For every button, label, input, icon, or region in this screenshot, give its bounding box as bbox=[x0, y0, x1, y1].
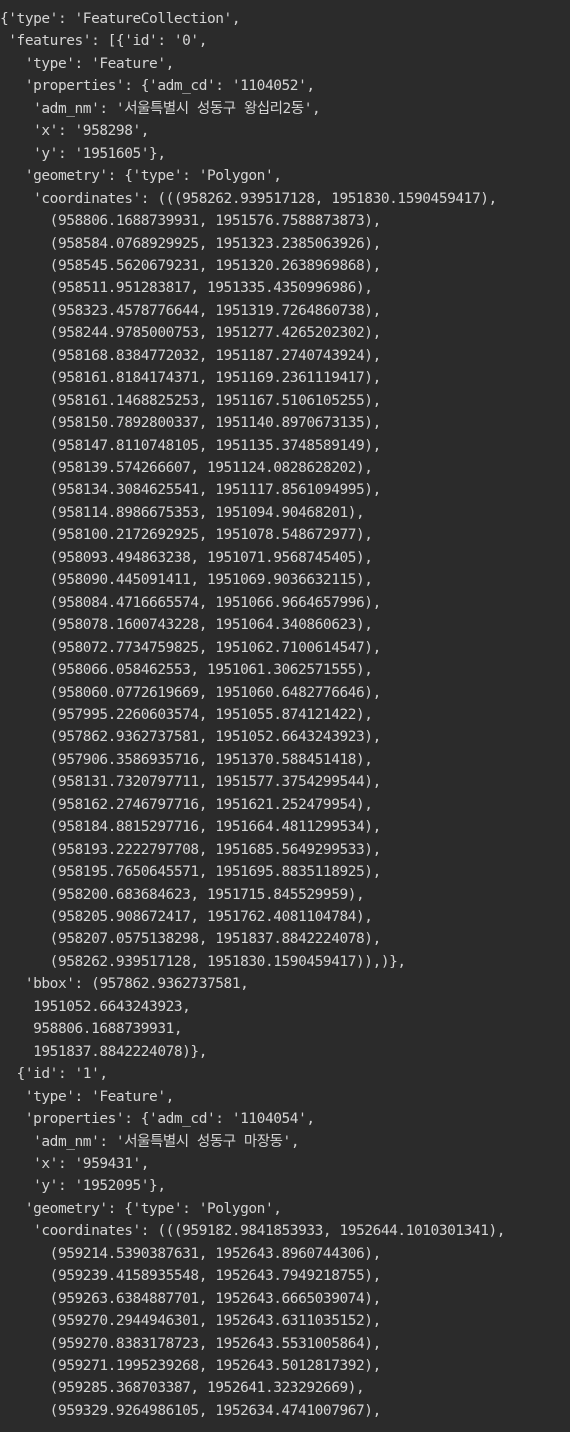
output-line: (958114.8986675353, 1951094.90468201), bbox=[0, 504, 365, 521]
output-line: 1951052.6643243923, bbox=[0, 998, 191, 1015]
output-line: (958147.8110748105, 1951135.3748589149), bbox=[0, 437, 382, 454]
output-line: (958090.445091411, 1951069.9036632115), bbox=[0, 572, 373, 589]
output-line: (959239.4158935548, 1952643.7949218755), bbox=[0, 1268, 382, 1285]
output-line: 'coordinates': (((958262.939517128, 1951… bbox=[0, 190, 497, 207]
output-line: (957995.2260603574, 1951055.874121422), bbox=[0, 706, 373, 723]
output-line: (958193.2222797708, 1951685.5649299533), bbox=[0, 841, 382, 858]
output-line: (958060.0772619669, 1951060.6482776646), bbox=[0, 684, 382, 701]
output-line: 'adm_nm': '서울특별시 성동구 왕십리2동', bbox=[0, 100, 321, 117]
output-line: (958184.8815297716, 1951664.4811299534), bbox=[0, 819, 382, 836]
output-line: (957906.3586935716, 1951370.588451418), bbox=[0, 751, 373, 768]
output-line: (958161.1468825253, 1951167.5106105255), bbox=[0, 392, 382, 409]
output-line: (958323.4578776644, 1951319.7264860738), bbox=[0, 302, 382, 319]
output-line: 'y': '1952095'}, bbox=[0, 1178, 166, 1195]
output-line: 'coordinates': (((959182.9841853933, 195… bbox=[0, 1223, 506, 1240]
output-line: 'properties': {'adm_cd': '1104054', bbox=[0, 1111, 315, 1128]
output-line: (958093.494863238, 1951071.9568745405), bbox=[0, 549, 373, 566]
output-line: (958207.0575138298, 1951837.8842224078), bbox=[0, 931, 382, 948]
output-line: (958161.8184174371, 1951169.2361119417), bbox=[0, 370, 382, 387]
output-line: 'geometry': {'type': 'Polygon', bbox=[0, 1200, 282, 1217]
output-line: (959270.2944946301, 1952643.6311035152), bbox=[0, 1313, 382, 1330]
output-line: (958806.1688739931, 1951576.7588873873), bbox=[0, 213, 382, 230]
output-line: (958072.7734759825, 1951062.7100614547), bbox=[0, 639, 382, 656]
output-line: (958200.683684623, 1951715.845529959), bbox=[0, 886, 365, 903]
output-line: (959263.6384887701, 1952643.6665039074), bbox=[0, 1290, 382, 1307]
output-line: (958168.8384772032, 1951187.2740743924), bbox=[0, 347, 382, 364]
output-line: (958262.939517128, 1951830.1590459417)),… bbox=[0, 953, 406, 970]
output-line: (958139.574266607, 1951124.0828628202), bbox=[0, 460, 373, 476]
output-line: (958244.9785000753, 1951277.4265202302), bbox=[0, 325, 382, 342]
output-line: (958134.3084625541, 1951117.8561094995), bbox=[0, 482, 382, 499]
output-line: (958078.1600743228, 1951064.340860623), bbox=[0, 617, 373, 634]
output-line: (959285.368703387, 1952641.323292669), bbox=[0, 1380, 365, 1397]
output-line: 'type': 'Feature', bbox=[0, 55, 174, 72]
output-line: (959214.5390387631, 1952643.8960744306), bbox=[0, 1245, 382, 1262]
output-line: (958511.951283817, 1951335.4350996986), bbox=[0, 280, 373, 297]
output-line: 1951837.8842224078)}, bbox=[0, 1043, 207, 1060]
output-line: (958584.0768929925, 1951323.2385063926), bbox=[0, 235, 382, 252]
output-line: {'id': '1', bbox=[0, 1066, 109, 1083]
output-line: 'geometry': {'type': 'Polygon', bbox=[0, 168, 282, 185]
output-line: (958205.908672417, 1951762.4081104784), bbox=[0, 909, 373, 925]
output-line: (958100.2172692925, 1951078.548672977), bbox=[0, 527, 373, 544]
output-line: (957862.9362737581, 1951052.6643243923), bbox=[0, 729, 382, 746]
output-line: 'bbox': (957862.9362737581, bbox=[0, 976, 249, 993]
output-line: 'features': [{'id': '0', bbox=[0, 33, 207, 50]
output-line: (958150.7892800337, 1951140.8970673135), bbox=[0, 415, 382, 432]
output-line: 'type': 'Feature', bbox=[0, 1088, 174, 1105]
output-line: (958084.4716665574, 1951066.9664657996), bbox=[0, 594, 382, 611]
output-line: (958131.7320797711, 1951577.3754299544), bbox=[0, 774, 382, 791]
output-line: (959270.8383178723, 1952643.5531005864), bbox=[0, 1335, 382, 1352]
output-line: (958066.058462553, 1951061.3062571555), bbox=[0, 662, 373, 679]
output-line: 'properties': {'adm_cd': '1104052', bbox=[0, 78, 315, 95]
output-line: 'x': '959431', bbox=[0, 1155, 150, 1172]
output-line: 958806.1688739931, bbox=[0, 1021, 183, 1038]
output-line: {'type': 'FeatureCollection', bbox=[0, 11, 241, 27]
output-line: (959329.9264986105, 1952634.4741007967), bbox=[0, 1402, 382, 1419]
output-line: (958195.7650645571, 1951695.8835118925), bbox=[0, 864, 382, 881]
output-line: 'x': '958298', bbox=[0, 123, 150, 140]
output-line: (958545.5620679231, 1951320.2638969868), bbox=[0, 257, 382, 274]
output-line: 'y': '1951605'}, bbox=[0, 145, 166, 162]
output-line: 'adm_nm': '서울특별시 성동구 마장동', bbox=[0, 1133, 300, 1150]
output-line: (959271.1995239268, 1952643.5012817392), bbox=[0, 1358, 382, 1374]
console-output: {'type': 'FeatureCollection', 'features'… bbox=[0, 0, 570, 1432]
output-line: (958162.2746797716, 1951621.252479954), bbox=[0, 796, 373, 813]
